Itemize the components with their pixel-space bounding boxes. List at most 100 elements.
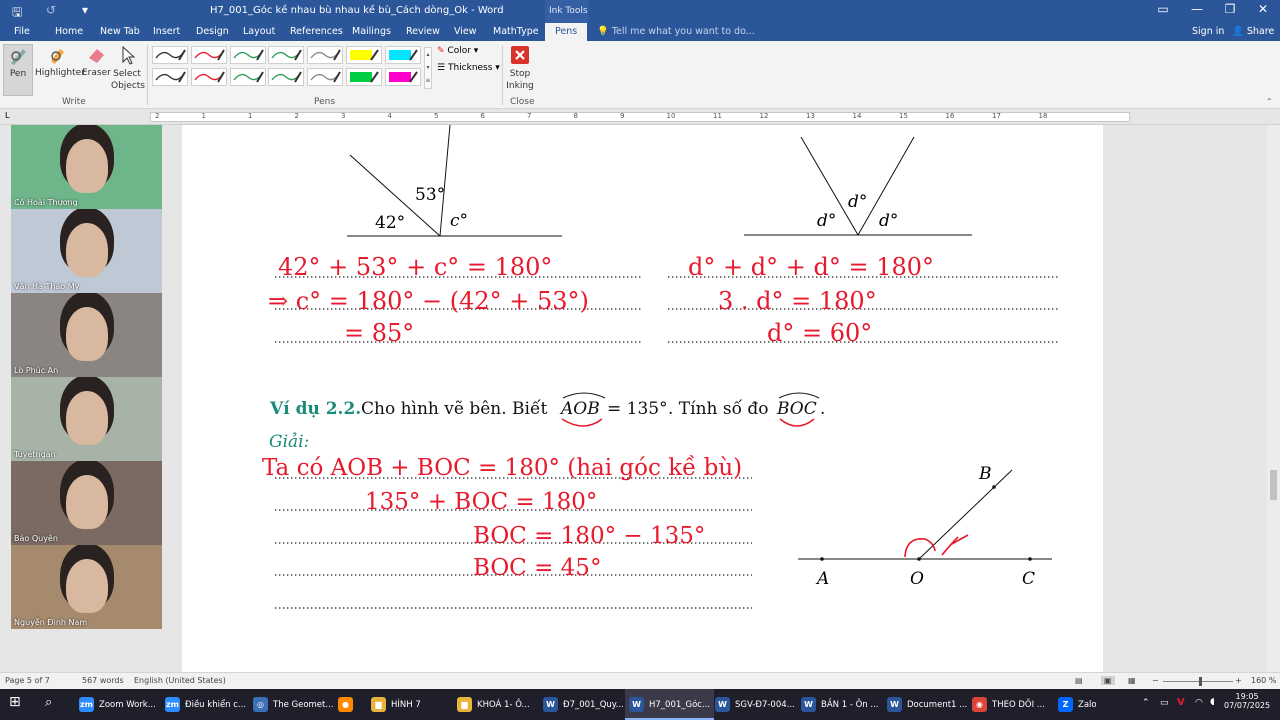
taskbar-app[interactable]: ◎ The Geomet... [249,689,337,720]
thickness-dropdown[interactable]: ☰ Thickness ▾ [437,63,500,73]
participant-tile[interactable]: Tuyetngan [11,377,162,461]
participant-tile[interactable]: Văn Hà Thảo My [11,209,162,293]
tab-new-tab[interactable]: New Tab [100,26,140,37]
participant-name: Lò Phúc An [14,366,59,375]
tab-review[interactable]: Review [406,26,440,37]
tab-layout[interactable]: Layout [243,26,275,37]
pen-swatch[interactable] [191,46,227,64]
figure-aob-boc: A O C B [798,464,1052,589]
close-icon[interactable]: ✕ [1249,2,1277,16]
point-c-label: C [1022,569,1035,589]
tray-chevron-icon[interactable]: ⌃ [1142,698,1150,708]
volume-icon[interactable]: ◖ [1210,697,1215,707]
taskbar-app[interactable]: W SGV-Đ7-004... [711,689,799,720]
taskbar-app[interactable]: ▆ HÌNH 7 [367,689,425,720]
zoom-slider[interactable] [1163,681,1233,682]
scrollbar-thumb[interactable] [1270,470,1277,500]
participant-tile[interactable]: Cô Hoài Thương [11,125,162,209]
system-clock[interactable]: 19:05 07/07/2025 [1224,692,1270,710]
share-button[interactable]: 👤 Share [1232,26,1274,37]
ribbon-display-icon[interactable]: ▭ [1149,2,1177,16]
tab-file[interactable]: File [14,26,30,37]
tab-pens[interactable]: Pens [545,23,588,41]
angle-d-right-label: d° [879,211,898,231]
windows-start-icon[interactable]: ⊞ [9,689,21,720]
sign-in-link[interactable]: Sign in [1192,26,1224,37]
word-count[interactable]: 567 words [82,676,124,685]
pen-swatch[interactable] [307,46,343,64]
document-page[interactable]: 53° 42° c° d° d° d° 42° + 53° + c° = 180… [182,125,1103,672]
pen-swatch[interactable] [268,68,304,86]
participant-tile[interactable]: Bảo Quyên [11,461,162,545]
collapse-ribbon-icon[interactable]: ⌃ [1266,97,1273,106]
participant-tile[interactable]: Lò Phúc An [11,293,162,377]
taskbar-app[interactable]: ● [334,689,362,720]
eraser-button[interactable]: Eraser [82,44,111,78]
language-status[interactable]: English (United States) [134,676,226,685]
hw-sol-4: BOC = 45° [473,555,601,581]
taskbar-app[interactable]: zm Điều khiển c... [161,689,250,720]
wifi-icon[interactable]: ◠ [1195,698,1203,708]
search-icon[interactable]: ⌕ [45,689,52,720]
tab-insert[interactable]: Insert [153,26,180,37]
tab-mailings[interactable]: Mailings [352,26,391,37]
web-layout-icon[interactable]: ▦ [1128,676,1136,685]
pen-swatch[interactable] [268,46,304,64]
pen-swatch[interactable] [152,68,188,86]
example-label: Ví dụ 2.2. [269,399,361,419]
period: . [820,399,825,419]
tab-home[interactable]: Home [55,26,83,37]
taskbar-app[interactable]: W BẢN 1 - Ôn ... [797,689,882,720]
tell-me-search[interactable]: 💡 Tell me what you want to do... [597,26,755,37]
taskbar-app[interactable]: Z Zalo [1054,689,1101,720]
ribbon-tabs: File Home New Tab Insert Design Layout R… [0,23,1280,41]
ruler-number: 2 [155,112,160,120]
tab-design[interactable]: Design [196,26,229,37]
print-layout-icon[interactable]: ▣ [1101,676,1115,685]
vietkey-icon[interactable]: V [1177,697,1185,708]
participant-name: Cô Hoài Thương [14,198,78,207]
pen-swatch[interactable] [230,46,266,64]
undo-icon[interactable]: ↺ [46,3,56,17]
customize-qat-icon[interactable]: ▾ [82,3,88,17]
pen-swatch[interactable] [346,46,382,64]
taskbar-app[interactable]: zm Zoom Work... [75,689,160,720]
taskbar-app[interactable]: W H7_001_Góc... [625,689,715,720]
network-icon[interactable]: ▭ [1160,698,1169,708]
page-count[interactable]: Page 5 of 7 [5,676,50,685]
select-objects-button[interactable]: Select Objects [111,44,145,92]
gallery-scroll[interactable]: ▴ ▾ ≡ [424,47,432,89]
tab-references[interactable]: References [290,26,343,37]
color-dropdown[interactable]: ✎ Color ▾ [437,46,478,56]
taskbar-app[interactable]: ◉ THEO DÕI ... [968,689,1049,720]
vertical-scrollbar[interactable] [1267,125,1280,672]
pen-swatch[interactable] [191,68,227,86]
taskbar-app[interactable]: ▆ KHOÁ 1- Ô... [453,689,534,720]
pen-swatch[interactable] [385,46,421,64]
ruler-track[interactable]: 2 1 1 2 3 4 5 6 7 8 9 10 11 12 13 14 15 16 17 18 [150,112,1130,122]
restore-icon[interactable]: ❐ [1216,2,1244,16]
tab-selector[interactable]: L [5,111,9,120]
pen-swatch[interactable] [307,68,343,86]
windows-taskbar: ⊞ ⌕ ⌃ ▭ V ◠ ◖ 19:05 07/07/2025 zm Zoom Wo… [0,689,1280,720]
pen-swatch[interactable] [230,68,266,86]
read-mode-icon[interactable]: ▤ [1075,676,1083,685]
highlighter-button[interactable]: Highlighter [35,44,85,78]
pen-button[interactable]: Pen [3,44,33,96]
participant-tile[interactable]: Nguyễn Đình Nam [11,545,162,629]
taskbar-app[interactable]: W Đ7_001_Quy... [539,689,628,720]
stop-inking-button[interactable]: Stop Inking [506,44,534,92]
pen-swatch[interactable] [152,46,188,64]
zoom-in-icon[interactable]: + [1235,676,1242,685]
ruler-number: 14 [852,112,862,120]
zoom-out-icon[interactable]: − [1152,676,1159,685]
pen-swatch[interactable] [385,68,421,86]
tab-view[interactable]: View [454,26,477,37]
zoom-level[interactable]: 160 % [1251,676,1276,685]
taskbar-app[interactable]: W Document1 ... [883,689,971,720]
pen-swatch[interactable] [346,68,382,86]
zoom-slider-thumb[interactable] [1199,677,1202,686]
minimize-icon[interactable]: — [1183,2,1211,16]
save-icon[interactable]: 🖫 [12,3,22,24]
tab-mathtype[interactable]: MathType [493,26,539,37]
